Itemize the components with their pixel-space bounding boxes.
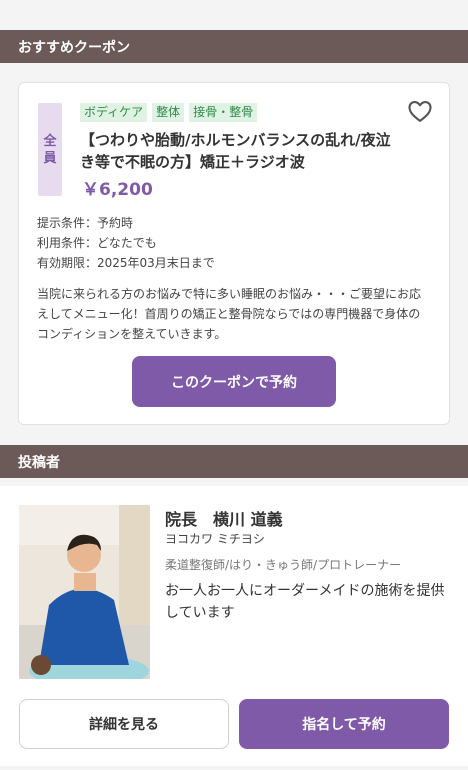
poster-roles: 柔道整復師/はり・きゅう師/プロトレーナー: [165, 558, 402, 572]
poster-kana: ヨコカワ ミチヨシ: [165, 532, 265, 546]
condition-expiry: 有効期限：2025年03月末日まで: [37, 256, 215, 270]
coupon-description: 当院に来られる方のお悩みで特に多い睡眠のお悩み・・・ご要望にお応えしてメニュー化…: [37, 287, 422, 341]
nominate-reserve-button[interactable]: 指名して予約: [239, 699, 449, 749]
target-badge-label: 全員: [43, 133, 57, 166]
section-header-coupon: おすすめクーポン: [0, 30, 468, 63]
poster-name: 院長 横川 道義: [165, 510, 283, 529]
coupon-price: ￥6,200: [82, 180, 153, 200]
coupon-conditions: 提示条件：予約時 利用条件：どなたでも 有効期限：2025年03月末日まで: [37, 213, 215, 273]
view-details-button[interactable]: 詳細を見る: [19, 699, 229, 749]
poster-panel: 院長 横川 道義 ヨコカワ ミチヨシ 柔道整復師/はり・きゅう師/プロトレーナー…: [0, 486, 468, 770]
bottom-divider: [0, 766, 468, 770]
coupon-tags: ボディケア 整体 接骨・整骨: [80, 103, 258, 122]
poster-photo: [19, 505, 150, 679]
section-header-poster: 投稿者: [0, 445, 468, 478]
condition-usage: 利用条件：どなたでも: [37, 236, 157, 250]
poster-message: お一人お一人にオーダーメイドの施術を提供しています: [165, 583, 445, 621]
tag-seitai: 整体: [152, 103, 185, 122]
coupon-title: 【つわりや胎動/ホルモンバランスの乱れ/夜泣き等で不眠の方】矯正＋ラジオ波: [80, 131, 391, 171]
reserve-with-coupon-button[interactable]: このクーポンで予約: [132, 356, 336, 407]
target-badge: 全員: [38, 103, 62, 196]
coupon-card: 全員 ボディケア 整体 接骨・整骨 【つわりや胎動/ホルモンバランスの乱れ/夜泣…: [18, 82, 450, 425]
heart-icon[interactable]: [406, 97, 434, 125]
coupon-wrapper: 全員 ボディケア 整体 接骨・整骨 【つわりや胎動/ホルモンバランスの乱れ/夜泣…: [0, 63, 468, 445]
tag-body-care: ボディケア: [80, 103, 148, 122]
condition-presentation: 提示条件：予約時: [37, 216, 134, 230]
tag-bonesetting: 接骨・整骨: [189, 103, 258, 122]
top-spacer: [0, 0, 468, 30]
